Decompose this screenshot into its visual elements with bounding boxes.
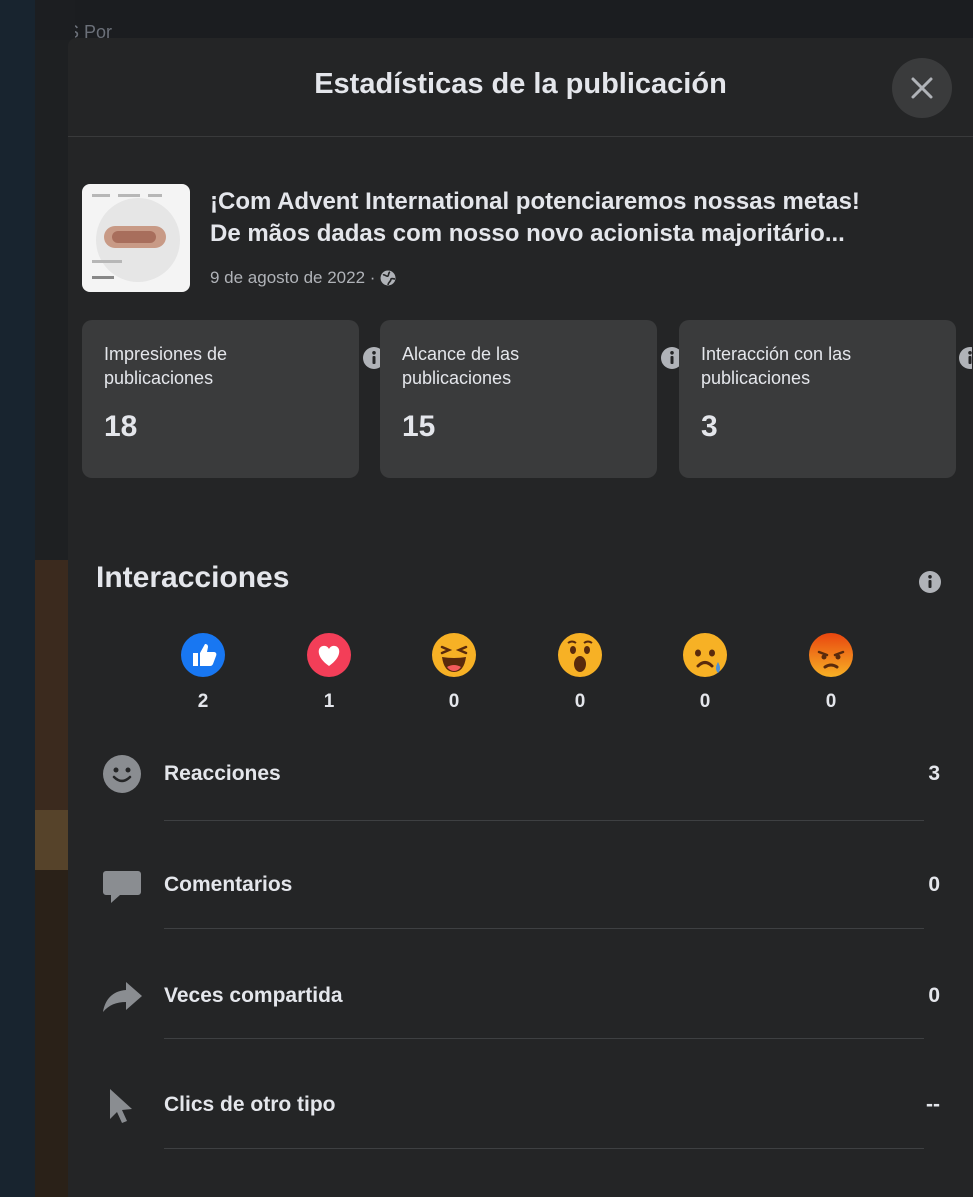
reaction-sad: 0 [680, 632, 730, 713]
post-insights-dialog: Estadísticas de la publicación ¡Com Adve… [68, 38, 973, 1197]
metric-label: Clics de otro tipo [164, 1093, 336, 1116]
divider [164, 820, 924, 821]
reaction-count: 0 [699, 691, 711, 712]
cursor-icon [110, 1089, 132, 1123]
summary-stats: Impresiones de publicaciones 18 Alcance … [82, 320, 972, 480]
wow-icon [558, 633, 602, 677]
dialog-header: Estadísticas de la publicación [68, 38, 973, 137]
reaction-angry: 0 [806, 632, 856, 713]
metric-value: 0 [928, 984, 940, 1007]
reaction-count: 2 [197, 691, 209, 712]
reaction-love: 1 [304, 632, 354, 713]
stat-label: Interacción con las publicaciones [701, 344, 852, 388]
post-text-line-2: De mãos dadas com nosso novo acionista m… [210, 220, 845, 247]
dialog-title: Estadísticas de la publicación [314, 68, 727, 100]
comment-icon [103, 871, 141, 903]
stat-value: 3 [701, 410, 718, 443]
close-icon [911, 77, 933, 99]
metric-value: 0 [928, 873, 940, 896]
stat-card-impressions: Impresiones de publicaciones 18 [82, 320, 359, 478]
post-date-text: 9 de agosto de 2022 · [210, 268, 376, 287]
metric-value: -- [926, 1093, 940, 1116]
post-date: 9 de agosto de 2022 · [210, 268, 397, 288]
metric-row-reactions: Reacciones 3 [100, 752, 940, 812]
info-icon[interactable] [918, 570, 942, 594]
divider [164, 1038, 924, 1039]
post-text: ¡Com Advent International potenciaremos … [210, 186, 960, 250]
angry-icon [809, 633, 853, 677]
globe-icon [380, 270, 396, 286]
stat-value: 18 [104, 410, 138, 443]
share-icon [103, 982, 142, 1012]
metric-label: Reacciones [164, 762, 281, 785]
metric-row-shares: Veces compartida 0 [100, 974, 940, 1034]
reaction-wow: 0 [555, 632, 605, 713]
love-icon [307, 633, 351, 677]
reaction-haha: 0 [429, 632, 479, 713]
post-thumbnail[interactable] [82, 184, 190, 292]
sad-icon [683, 633, 727, 677]
stat-value: 15 [402, 410, 436, 443]
stat-label: Alcance de las publicaciones [402, 344, 520, 388]
close-button[interactable] [892, 58, 952, 118]
divider [164, 928, 924, 929]
metric-row-other-clicks: Clics de otro tipo -- [100, 1083, 940, 1143]
stat-label: Impresiones de publicaciones [104, 344, 228, 388]
interactions-title: Interacciones [96, 561, 290, 594]
like-icon [181, 633, 225, 677]
reaction-count: 0 [825, 691, 837, 712]
metric-row-comments: Comentarios 0 [100, 863, 940, 923]
stat-card-engagement: Interacción con las publicaciones 3 [679, 320, 956, 478]
info-icon[interactable] [958, 346, 972, 370]
post-text-line-1: ¡Com Advent International potenciaremos … [210, 188, 860, 215]
metric-value: 3 [928, 762, 940, 785]
divider [164, 1148, 924, 1149]
smiley-icon [103, 755, 141, 793]
haha-icon [432, 633, 476, 677]
metric-label: Comentarios [164, 873, 293, 896]
reaction-like: 2 [178, 632, 228, 713]
reaction-count: 1 [323, 691, 335, 712]
stat-card-reach: Alcance de las publicaciones 15 [380, 320, 657, 478]
background-page-header [35, 0, 973, 40]
reaction-count: 0 [448, 691, 460, 712]
metric-label: Veces compartida [164, 984, 343, 1007]
reaction-count: 0 [574, 691, 586, 712]
